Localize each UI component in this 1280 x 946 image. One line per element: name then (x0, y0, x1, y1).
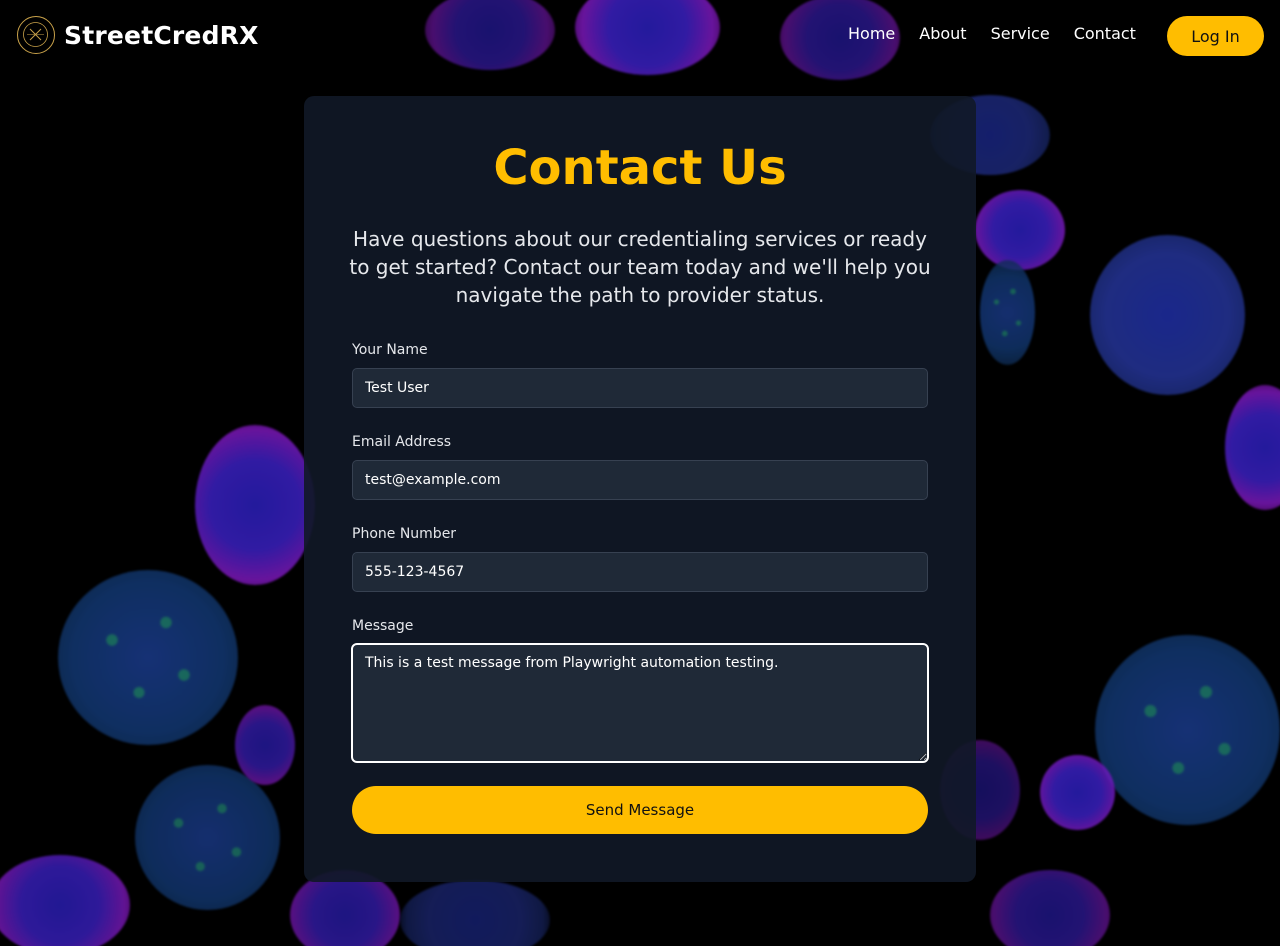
name-label: Your Name (352, 342, 428, 358)
brand-logo[interactable]: StreetCredRX (17, 16, 259, 54)
nav-home[interactable]: Home (848, 24, 895, 43)
send-message-button[interactable]: Send Message (352, 786, 928, 834)
contact-intro: Have questions about our credentialing s… (349, 227, 931, 307)
brand-name: StreetCredRX (64, 20, 259, 50)
phone-field[interactable] (352, 552, 928, 592)
nav-service[interactable]: Service (991, 24, 1050, 43)
site-header: StreetCredRX Home About Service Contact … (0, 0, 1280, 72)
login-button[interactable]: Log In (1167, 16, 1264, 56)
main-nav: Home About Service Contact (848, 24, 1136, 43)
message-label: Message (352, 618, 414, 634)
compass-emblem-icon (17, 16, 55, 54)
email-label: Email Address (352, 434, 452, 450)
message-field[interactable]: This is a test message from Playwright a… (351, 643, 929, 763)
phone-label: Phone Number (352, 526, 457, 542)
page-title: Contact Us (493, 140, 787, 196)
nav-about[interactable]: About (919, 24, 966, 43)
name-field[interactable] (352, 368, 928, 408)
email-field[interactable] (352, 460, 928, 500)
nav-contact[interactable]: Contact (1074, 24, 1136, 43)
